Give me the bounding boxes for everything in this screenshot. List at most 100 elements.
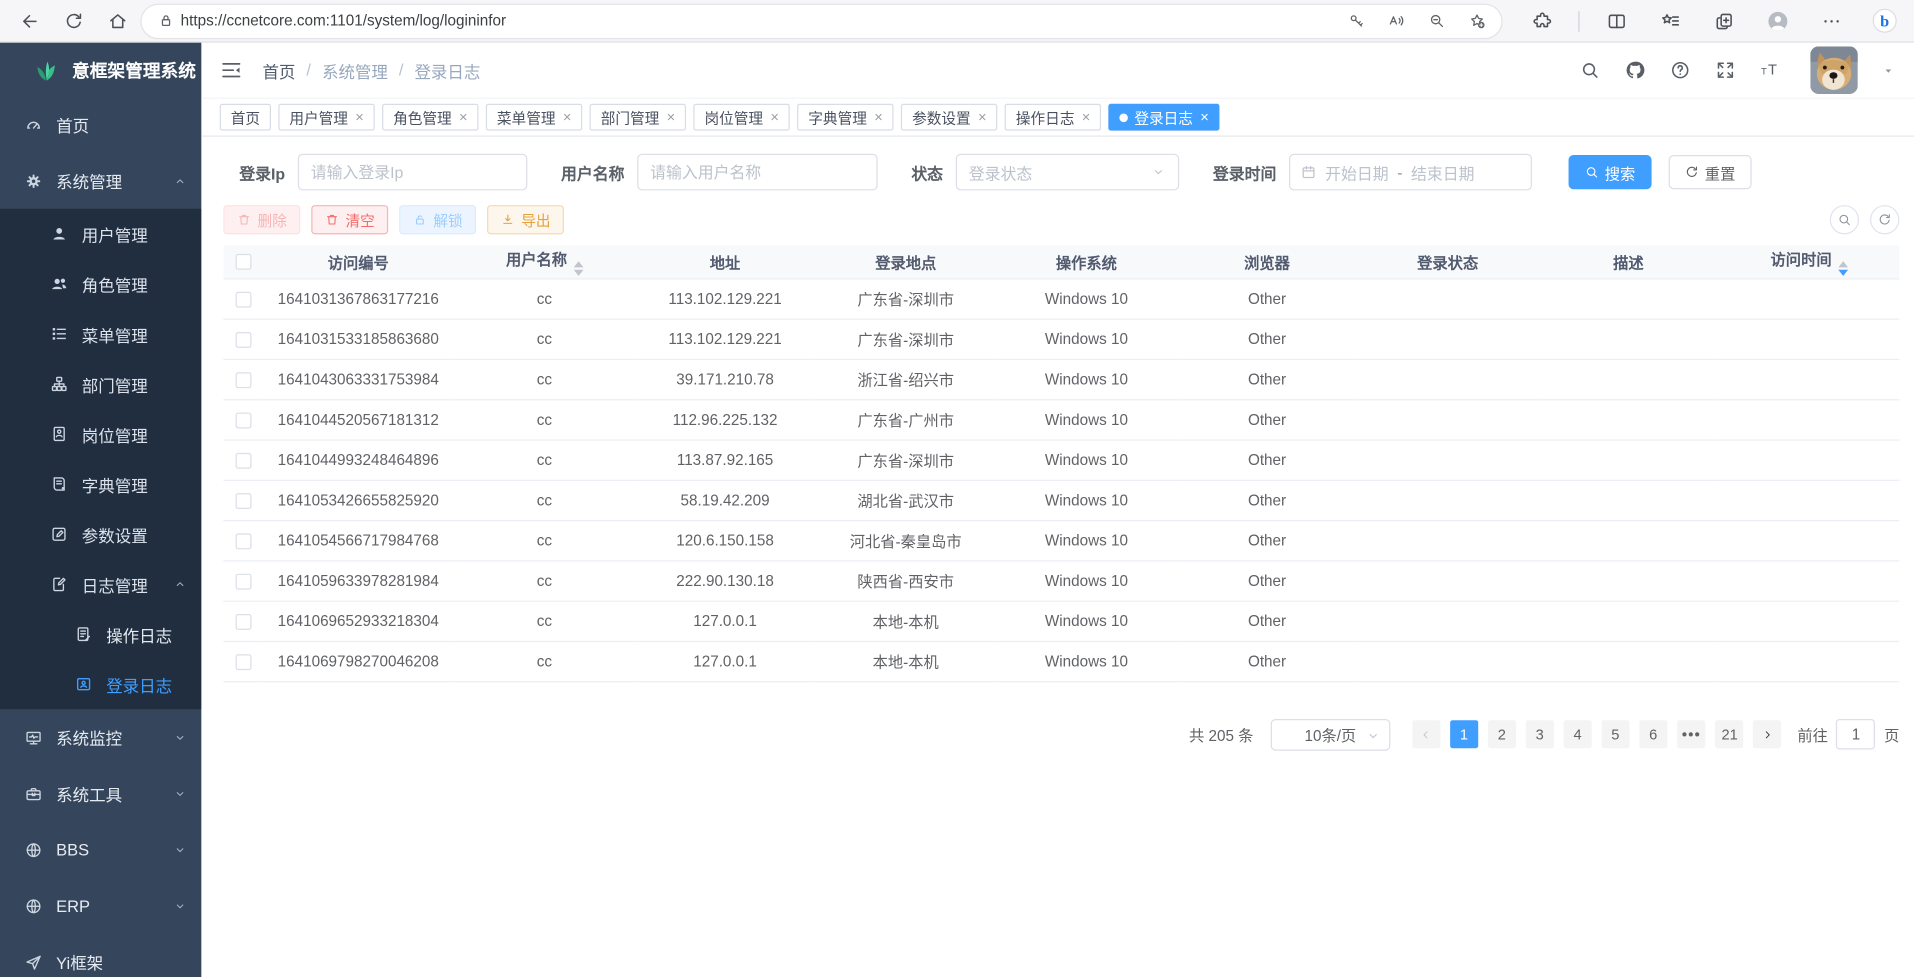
- toolbar-button[interactable]: 清空: [311, 205, 388, 234]
- row-checkbox[interactable]: [235, 452, 251, 468]
- fullscreen-icon[interactable]: [1715, 60, 1736, 81]
- font-size-icon[interactable]: TT: [1760, 60, 1781, 81]
- avatar[interactable]: [1810, 46, 1858, 94]
- search-icon[interactable]: [1580, 60, 1601, 81]
- user-name-input[interactable]: [637, 154, 877, 191]
- tab-item[interactable]: 用户管理×: [278, 104, 374, 131]
- login-status-select[interactable]: 登录状态: [955, 154, 1178, 191]
- back-icon[interactable]: [12, 4, 46, 38]
- tab-item[interactable]: 操作日志×: [1005, 104, 1101, 131]
- person-icon[interactable]: [1760, 4, 1794, 38]
- sidebar-item[interactable]: 操作日志: [0, 609, 201, 659]
- bing-icon[interactable]: b: [1868, 4, 1902, 38]
- next-page-button[interactable]: [1753, 720, 1781, 748]
- row-checkbox[interactable]: [235, 533, 251, 549]
- pager-page[interactable]: 1: [1450, 720, 1478, 748]
- table-row[interactable]: 1641053426655825920cc58.19.42.209湖北省-武汉市…: [223, 480, 1899, 520]
- sidebar-item[interactable]: Yi框架: [0, 934, 201, 977]
- sidebar-item[interactable]: 岗位管理: [0, 409, 201, 459]
- pager-page[interactable]: 5: [1601, 720, 1629, 748]
- page-size-select[interactable]: 10条/页: [1271, 718, 1391, 750]
- github-icon[interactable]: [1625, 60, 1646, 81]
- collapse-sidebar-icon[interactable]: [220, 59, 243, 82]
- select-all-checkbox[interactable]: [235, 254, 251, 270]
- table-row[interactable]: 1641031367863177216cc113.102.129.221广东省-…: [223, 278, 1899, 318]
- pager-page[interactable]: 3: [1526, 720, 1554, 748]
- tab-active[interactable]: 登录日志×: [1109, 104, 1220, 131]
- pager-page[interactable]: 2: [1488, 720, 1516, 748]
- row-checkbox[interactable]: [235, 372, 251, 388]
- toolbar-button-disabled[interactable]: 解锁: [399, 205, 476, 234]
- pager-page[interactable]: 6: [1639, 720, 1667, 748]
- sidebar-item[interactable]: 日志管理: [0, 559, 201, 609]
- close-tab-icon[interactable]: ×: [874, 109, 883, 126]
- column-header-label[interactable]: 用户名称: [506, 252, 567, 269]
- close-tab-icon[interactable]: ×: [667, 109, 676, 126]
- row-checkbox[interactable]: [235, 291, 251, 307]
- question-icon[interactable]: [1670, 60, 1691, 81]
- sidebar-item[interactable]: 字典管理: [0, 459, 201, 509]
- sidebar-item[interactable]: 登录日志: [0, 659, 201, 709]
- jump-input[interactable]: [1836, 719, 1875, 750]
- split-icon[interactable]: [1599, 4, 1633, 38]
- table-row[interactable]: 1641043063331753984cc39.171.210.78浙江省-绍兴…: [223, 359, 1899, 399]
- breadcrumb-item[interactable]: 首页: [262, 58, 295, 82]
- table-row[interactable]: 1641059633978281984cc222.90.130.18陕西省-西安…: [223, 560, 1899, 600]
- key-icon[interactable]: [1342, 4, 1371, 38]
- sidebar-item[interactable]: ERP: [0, 878, 201, 934]
- refresh-circle-button[interactable]: [1870, 205, 1899, 234]
- close-tab-icon[interactable]: ×: [978, 109, 987, 126]
- star-lines-icon[interactable]: [1653, 4, 1687, 38]
- tab-item[interactable]: 岗位管理×: [694, 104, 790, 131]
- sidebar-item[interactable]: 参数设置: [0, 509, 201, 559]
- tab-item[interactable]: 部门管理×: [590, 104, 686, 131]
- dots-icon[interactable]: [1814, 4, 1848, 38]
- row-checkbox[interactable]: [235, 493, 251, 509]
- close-tab-icon[interactable]: ×: [563, 109, 572, 126]
- close-tab-icon[interactable]: ×: [770, 109, 779, 126]
- row-checkbox[interactable]: [235, 573, 251, 589]
- read-aloud-icon[interactable]: [1382, 4, 1411, 38]
- prev-page-button[interactable]: [1412, 720, 1440, 748]
- sidebar-item[interactable]: 用户管理: [0, 209, 201, 259]
- address-bar[interactable]: https://ccnetcore.com:1101/system/log/lo…: [142, 4, 1502, 37]
- search-button[interactable]: 搜索: [1568, 155, 1651, 189]
- table-row[interactable]: 1641044993248464896cc113.87.92.165广东省-深圳…: [223, 439, 1899, 479]
- column-header-label[interactable]: 访问时间: [1771, 252, 1832, 269]
- toolbar-button[interactable]: 导出: [487, 205, 564, 234]
- login-time-range[interactable]: 开始日期 - 结束日期: [1289, 154, 1532, 191]
- copy-plus-icon[interactable]: [1706, 4, 1740, 38]
- star-plus-icon[interactable]: [1462, 4, 1491, 38]
- table-row[interactable]: 1641031533185863680cc113.102.129.221广东省-…: [223, 319, 1899, 359]
- tab-item[interactable]: 参数设置×: [901, 104, 997, 131]
- home-icon[interactable]: [100, 4, 134, 38]
- close-tab-icon[interactable]: ×: [1082, 109, 1091, 126]
- sidebar-item[interactable]: 系统工具: [0, 765, 201, 821]
- zoom-out-icon[interactable]: [1422, 4, 1451, 38]
- sidebar-item[interactable]: 角色管理: [0, 259, 201, 309]
- sort-caret[interactable]: [573, 262, 583, 277]
- url-text[interactable]: https://ccnetcore.com:1101/system/log/lo…: [181, 12, 1342, 29]
- table-row[interactable]: 1641069798270046208cc127.0.0.1本地-本机Windo…: [223, 641, 1899, 681]
- sidebar-item[interactable]: 系统管理: [0, 153, 201, 209]
- table-row[interactable]: 1641054566717984768cc120.6.150.158河北省-秦皇…: [223, 520, 1899, 560]
- row-checkbox[interactable]: [235, 412, 251, 428]
- tab-item[interactable]: 菜单管理×: [486, 104, 582, 131]
- tab-item[interactable]: 字典管理×: [797, 104, 893, 131]
- pager-page[interactable]: 4: [1563, 720, 1591, 748]
- close-tab-icon[interactable]: ×: [355, 109, 364, 126]
- table-row[interactable]: 1641044520567181312cc112.96.225.132广东省-广…: [223, 399, 1899, 439]
- reset-button[interactable]: 重置: [1668, 155, 1751, 189]
- table-row[interactable]: 1641069652933218304cc127.0.0.1本地-本机Windo…: [223, 601, 1899, 641]
- tab-item[interactable]: 角色管理×: [382, 104, 478, 131]
- row-checkbox[interactable]: [235, 613, 251, 629]
- search-circle-button[interactable]: [1830, 205, 1859, 234]
- refresh-icon[interactable]: [56, 4, 90, 38]
- breadcrumb-item[interactable]: 登录日志: [414, 58, 480, 82]
- sidebar-item[interactable]: 系统监控: [0, 709, 201, 765]
- sidebar-item[interactable]: 部门管理: [0, 359, 201, 409]
- login-ip-input[interactable]: [297, 154, 526, 191]
- sidebar-item[interactable]: 菜单管理: [0, 309, 201, 359]
- row-checkbox[interactable]: [235, 654, 251, 670]
- sidebar-item[interactable]: BBS: [0, 822, 201, 878]
